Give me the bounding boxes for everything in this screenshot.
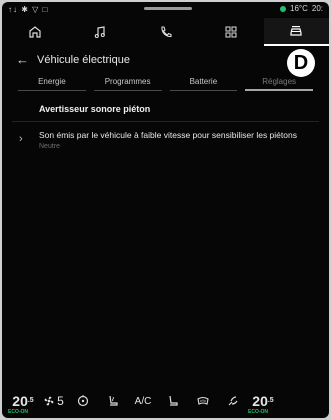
seat-heating-driver-button[interactable]	[98, 394, 128, 408]
eco-label-right: ECO-ON	[248, 409, 268, 415]
music-note-icon	[94, 26, 105, 39]
seat-heat-icon	[109, 395, 118, 406]
rear-defrost-button[interactable]	[188, 394, 218, 408]
tab-phone[interactable]	[133, 18, 198, 46]
page-title: Véhicule électrique	[37, 54, 130, 66]
annotation-badge: D	[287, 49, 315, 77]
chevron-right-icon: ›	[19, 133, 23, 145]
tab-media[interactable]	[67, 18, 132, 46]
ac-button[interactable]: A/C	[128, 396, 158, 407]
divider	[12, 121, 319, 122]
windshield-defrost-icon	[197, 396, 209, 405]
tab-apps[interactable]	[198, 18, 263, 46]
page-header: ← Véhicule électrique	[2, 49, 329, 71]
setting-value: Neutre	[39, 143, 61, 150]
tab-home[interactable]	[2, 18, 67, 46]
fan-speed[interactable]: 5	[38, 394, 68, 408]
notification-pull-handle[interactable]	[144, 7, 192, 10]
setting-description: Son émis par le véhicule à faible vitess…	[39, 130, 297, 140]
infotainment-screen: ↑↓ ✱ ▽ □ 16°C 20: ← Véhicule électrique …	[2, 2, 329, 418]
seat-icon	[169, 395, 178, 406]
tab-programmes[interactable]: Programmes	[93, 75, 162, 91]
car-icon	[290, 26, 302, 36]
status-bar: ↑↓ ✱ ▽ □ 16°C 20:	[2, 2, 329, 16]
fan-level: 5	[57, 394, 64, 408]
status-right: 16°C 20:	[280, 4, 323, 13]
passenger-temp-value: 20.5	[252, 393, 274, 409]
phone-icon	[160, 26, 172, 38]
tab-batterie[interactable]: Batterie	[169, 75, 238, 91]
air-flow-icon	[228, 396, 238, 406]
sub-tab-bar: Energie Programmes Batterie Réglages	[2, 75, 329, 91]
apps-grid-icon	[225, 26, 237, 38]
tab-vehicle[interactable]	[263, 18, 329, 46]
defrost-auto-button[interactable]	[68, 394, 98, 408]
back-arrow-icon[interactable]: ←	[16, 52, 29, 67]
passenger-temperature[interactable]: 20.5 ECO-ON	[248, 393, 278, 415]
driver-temp-value: 20.5	[12, 393, 34, 409]
connection-status-icon	[280, 5, 286, 12]
climate-bar: 20.5 ECO-ON 5 A/C 20.5 ECO-ON	[2, 384, 329, 418]
signal-icons: ↑↓ ✱ ▽ □	[8, 5, 49, 14]
tab-reglages[interactable]: Réglages	[245, 75, 313, 91]
pedestrian-sound-setting-row[interactable]: › Son émis par le véhicule à faible vite…	[2, 127, 329, 157]
eco-label-left: ECO-ON	[8, 409, 28, 415]
main-tab-bar	[2, 18, 329, 46]
driver-temperature[interactable]: 20.5 ECO-ON	[8, 393, 38, 415]
section-title: Avertisseur sonore piéton	[39, 104, 151, 114]
air-flow-button[interactable]	[218, 394, 248, 408]
outside-temperature: 16°C	[290, 4, 308, 13]
home-icon	[29, 26, 41, 38]
heated-steering-icon	[77, 395, 89, 407]
seat-heating-passenger-button[interactable]	[158, 394, 188, 408]
tab-energie[interactable]: Energie	[18, 75, 86, 91]
clock: 20:	[311, 4, 323, 13]
fan-icon	[44, 396, 54, 406]
